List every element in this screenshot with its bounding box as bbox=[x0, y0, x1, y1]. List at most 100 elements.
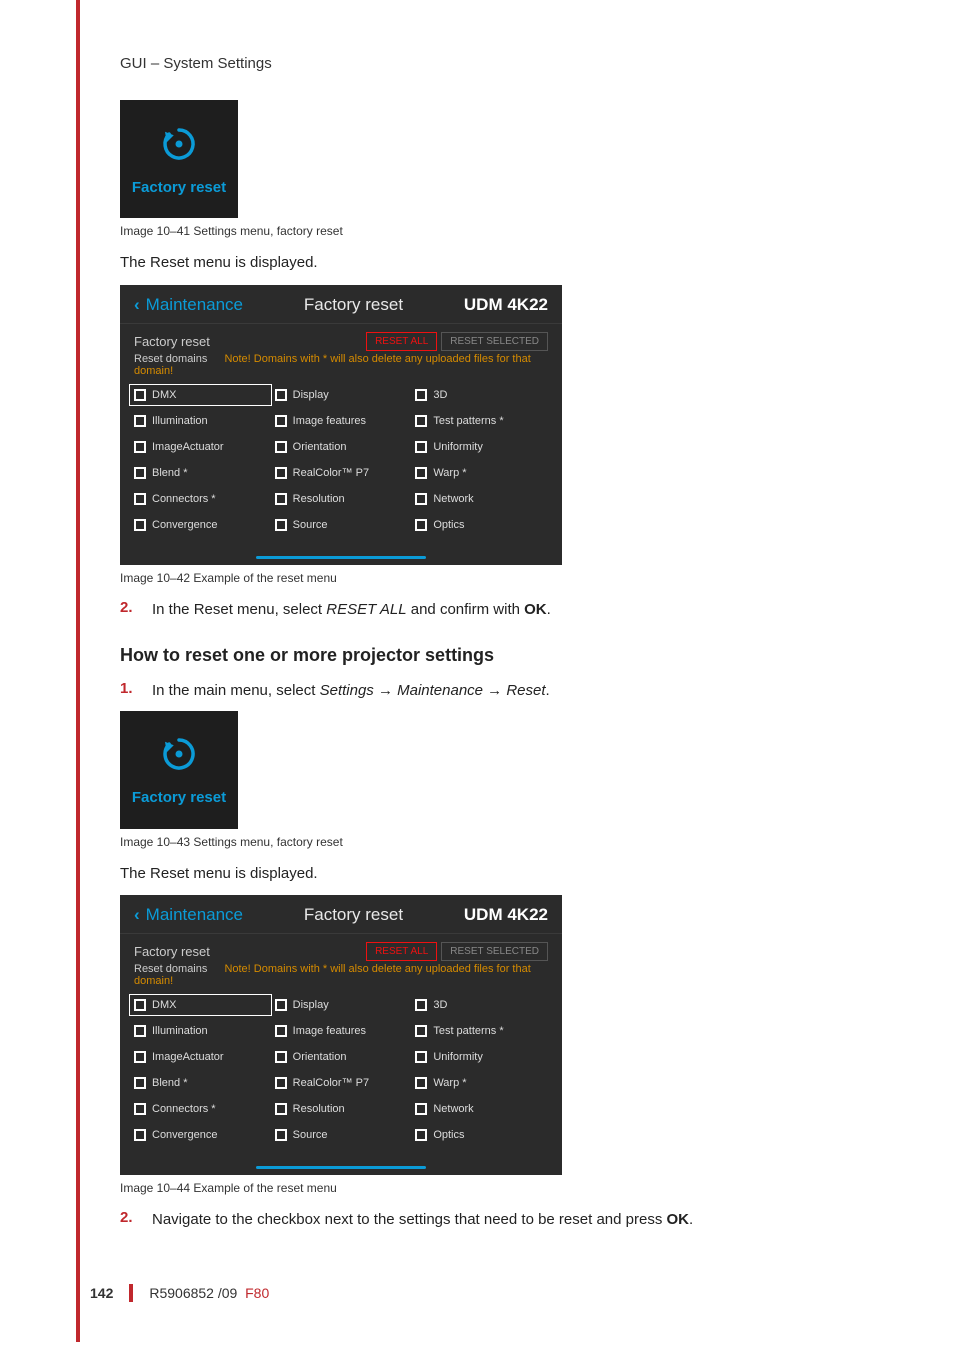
domain-realcolor[interactable]: RealColor™ P7 bbox=[275, 1073, 408, 1093]
domain-imageactuator[interactable]: ImageActuator bbox=[134, 437, 267, 457]
reset-selected-button[interactable]: RESET SELECTED bbox=[441, 942, 548, 961]
section-heading: How to reset one or more projector setti… bbox=[120, 645, 864, 666]
domain-network[interactable]: Network bbox=[415, 1099, 548, 1119]
domain-warp[interactable]: Warp * bbox=[415, 1073, 548, 1093]
domain-connectors[interactable]: Connectors * bbox=[134, 1099, 267, 1119]
checkbox-icon[interactable] bbox=[134, 493, 146, 505]
domain-image-features[interactable]: Image features bbox=[275, 411, 408, 431]
domain-resolution[interactable]: Resolution bbox=[275, 1099, 408, 1119]
step-number-1b: 1. bbox=[120, 680, 138, 697]
caption-img3: Image 10–43 Settings menu, factory reset bbox=[120, 835, 864, 849]
checkbox-icon[interactable] bbox=[134, 1051, 146, 1063]
divider-icon bbox=[129, 1284, 133, 1302]
checkbox-icon[interactable] bbox=[275, 999, 287, 1011]
domain-uniformity[interactable]: Uniformity bbox=[415, 437, 548, 457]
reset-icon bbox=[158, 733, 200, 775]
checkbox-icon[interactable] bbox=[415, 493, 427, 505]
checkbox-icon[interactable] bbox=[134, 519, 146, 531]
domain-convergence[interactable]: Convergence bbox=[134, 1125, 267, 1145]
checkbox-icon[interactable] bbox=[415, 1103, 427, 1115]
chevron-left-icon[interactable]: ‹ bbox=[134, 295, 140, 315]
checkbox-icon[interactable] bbox=[415, 389, 427, 401]
domain-orientation[interactable]: Orientation bbox=[275, 1047, 408, 1067]
factory-reset-tile-2: Factory reset bbox=[120, 711, 238, 829]
checkbox-icon[interactable] bbox=[275, 493, 287, 505]
checkbox-icon[interactable] bbox=[134, 467, 146, 479]
checkbox-icon[interactable] bbox=[275, 415, 287, 427]
domain-source[interactable]: Source bbox=[275, 515, 408, 535]
domain-3d[interactable]: 3D bbox=[415, 995, 548, 1015]
domain-dmx[interactable]: DMX bbox=[129, 994, 272, 1016]
domain-warp[interactable]: Warp * bbox=[415, 463, 548, 483]
step-number-2a: 2. bbox=[120, 599, 138, 616]
checkbox-icon[interactable] bbox=[275, 1129, 287, 1141]
domain-resolution[interactable]: Resolution bbox=[275, 489, 408, 509]
doc-code: R5906852 /09 F80 bbox=[149, 1285, 269, 1301]
domain-blend[interactable]: Blend * bbox=[134, 463, 267, 483]
checkbox-icon[interactable] bbox=[415, 1051, 427, 1063]
domain-network[interactable]: Network bbox=[415, 489, 548, 509]
step-1b-text: In the main menu, select Settings → Main… bbox=[152, 680, 550, 703]
checkbox-icon[interactable] bbox=[415, 1129, 427, 1141]
checkbox-icon[interactable] bbox=[415, 999, 427, 1011]
domain-optics[interactable]: Optics bbox=[415, 1125, 548, 1145]
checkbox-icon[interactable] bbox=[134, 441, 146, 453]
domain-realcolor[interactable]: RealColor™ P7 bbox=[275, 463, 408, 483]
checkbox-icon[interactable] bbox=[134, 1129, 146, 1141]
checkbox-icon[interactable] bbox=[275, 1103, 287, 1115]
step-2b-text: Navigate to the checkbox next to the set… bbox=[152, 1209, 693, 1232]
domain-test-patterns[interactable]: Test patterns * bbox=[415, 1021, 548, 1041]
checkbox-icon[interactable] bbox=[415, 467, 427, 479]
reset-all-button[interactable]: RESET ALL bbox=[366, 942, 437, 961]
domain-illumination[interactable]: Illumination bbox=[134, 411, 267, 431]
checkbox-icon[interactable] bbox=[275, 1077, 287, 1089]
domain-illumination[interactable]: Illumination bbox=[134, 1021, 267, 1041]
checkbox-icon[interactable] bbox=[134, 999, 146, 1011]
domain-3d[interactable]: 3D bbox=[415, 385, 548, 405]
checkbox-icon[interactable] bbox=[134, 1025, 146, 1037]
step-2a-text: In the Reset menu, select RESET ALL and … bbox=[152, 599, 551, 622]
chevron-left-icon[interactable]: ‹ bbox=[134, 905, 140, 925]
caption-img1: Image 10–41 Settings menu, factory reset bbox=[120, 224, 864, 238]
checkbox-icon[interactable] bbox=[415, 441, 427, 453]
screen-title: Factory reset bbox=[243, 905, 464, 925]
domain-display[interactable]: Display bbox=[275, 995, 408, 1015]
maintenance-breadcrumb[interactable]: Maintenance bbox=[146, 295, 243, 315]
domain-connectors[interactable]: Connectors * bbox=[134, 489, 267, 509]
checkbox-icon[interactable] bbox=[275, 441, 287, 453]
checkbox-icon[interactable] bbox=[415, 415, 427, 427]
checkbox-icon[interactable] bbox=[275, 519, 287, 531]
checkbox-icon[interactable] bbox=[415, 519, 427, 531]
maintenance-breadcrumb[interactable]: Maintenance bbox=[146, 905, 243, 925]
doc-header: GUI – System Settings bbox=[120, 55, 864, 72]
step-number-2b: 2. bbox=[120, 1209, 138, 1226]
screen-title: Factory reset bbox=[243, 295, 464, 315]
reset-domains-label: Reset domains bbox=[134, 963, 207, 975]
domain-display[interactable]: Display bbox=[275, 385, 408, 405]
domain-convergence[interactable]: Convergence bbox=[134, 515, 267, 535]
checkbox-icon[interactable] bbox=[275, 467, 287, 479]
factory-reset-label: Factory reset bbox=[134, 944, 210, 959]
reset-selected-button[interactable]: RESET SELECTED bbox=[441, 332, 548, 351]
checkbox-icon[interactable] bbox=[415, 1025, 427, 1037]
domain-uniformity[interactable]: Uniformity bbox=[415, 1047, 548, 1067]
domain-optics[interactable]: Optics bbox=[415, 515, 548, 535]
caption-img4: Image 10–44 Example of the reset menu bbox=[120, 1181, 864, 1195]
checkbox-icon[interactable] bbox=[134, 415, 146, 427]
domain-blend[interactable]: Blend * bbox=[134, 1073, 267, 1093]
domain-image-features[interactable]: Image features bbox=[275, 1021, 408, 1041]
domain-orientation[interactable]: Orientation bbox=[275, 437, 408, 457]
domain-test-patterns[interactable]: Test patterns * bbox=[415, 411, 548, 431]
checkbox-icon[interactable] bbox=[134, 389, 146, 401]
reset-menu-screenshot-1: ‹ Maintenance Factory reset UDM 4K22 Fac… bbox=[120, 285, 562, 565]
checkbox-icon[interactable] bbox=[415, 1077, 427, 1089]
checkbox-icon[interactable] bbox=[134, 1077, 146, 1089]
checkbox-icon[interactable] bbox=[134, 1103, 146, 1115]
checkbox-icon[interactable] bbox=[275, 389, 287, 401]
checkbox-icon[interactable] bbox=[275, 1051, 287, 1063]
domain-imageactuator[interactable]: ImageActuator bbox=[134, 1047, 267, 1067]
domain-dmx[interactable]: DMX bbox=[129, 384, 272, 406]
checkbox-icon[interactable] bbox=[275, 1025, 287, 1037]
domain-source[interactable]: Source bbox=[275, 1125, 408, 1145]
reset-all-button[interactable]: RESET ALL bbox=[366, 332, 437, 351]
